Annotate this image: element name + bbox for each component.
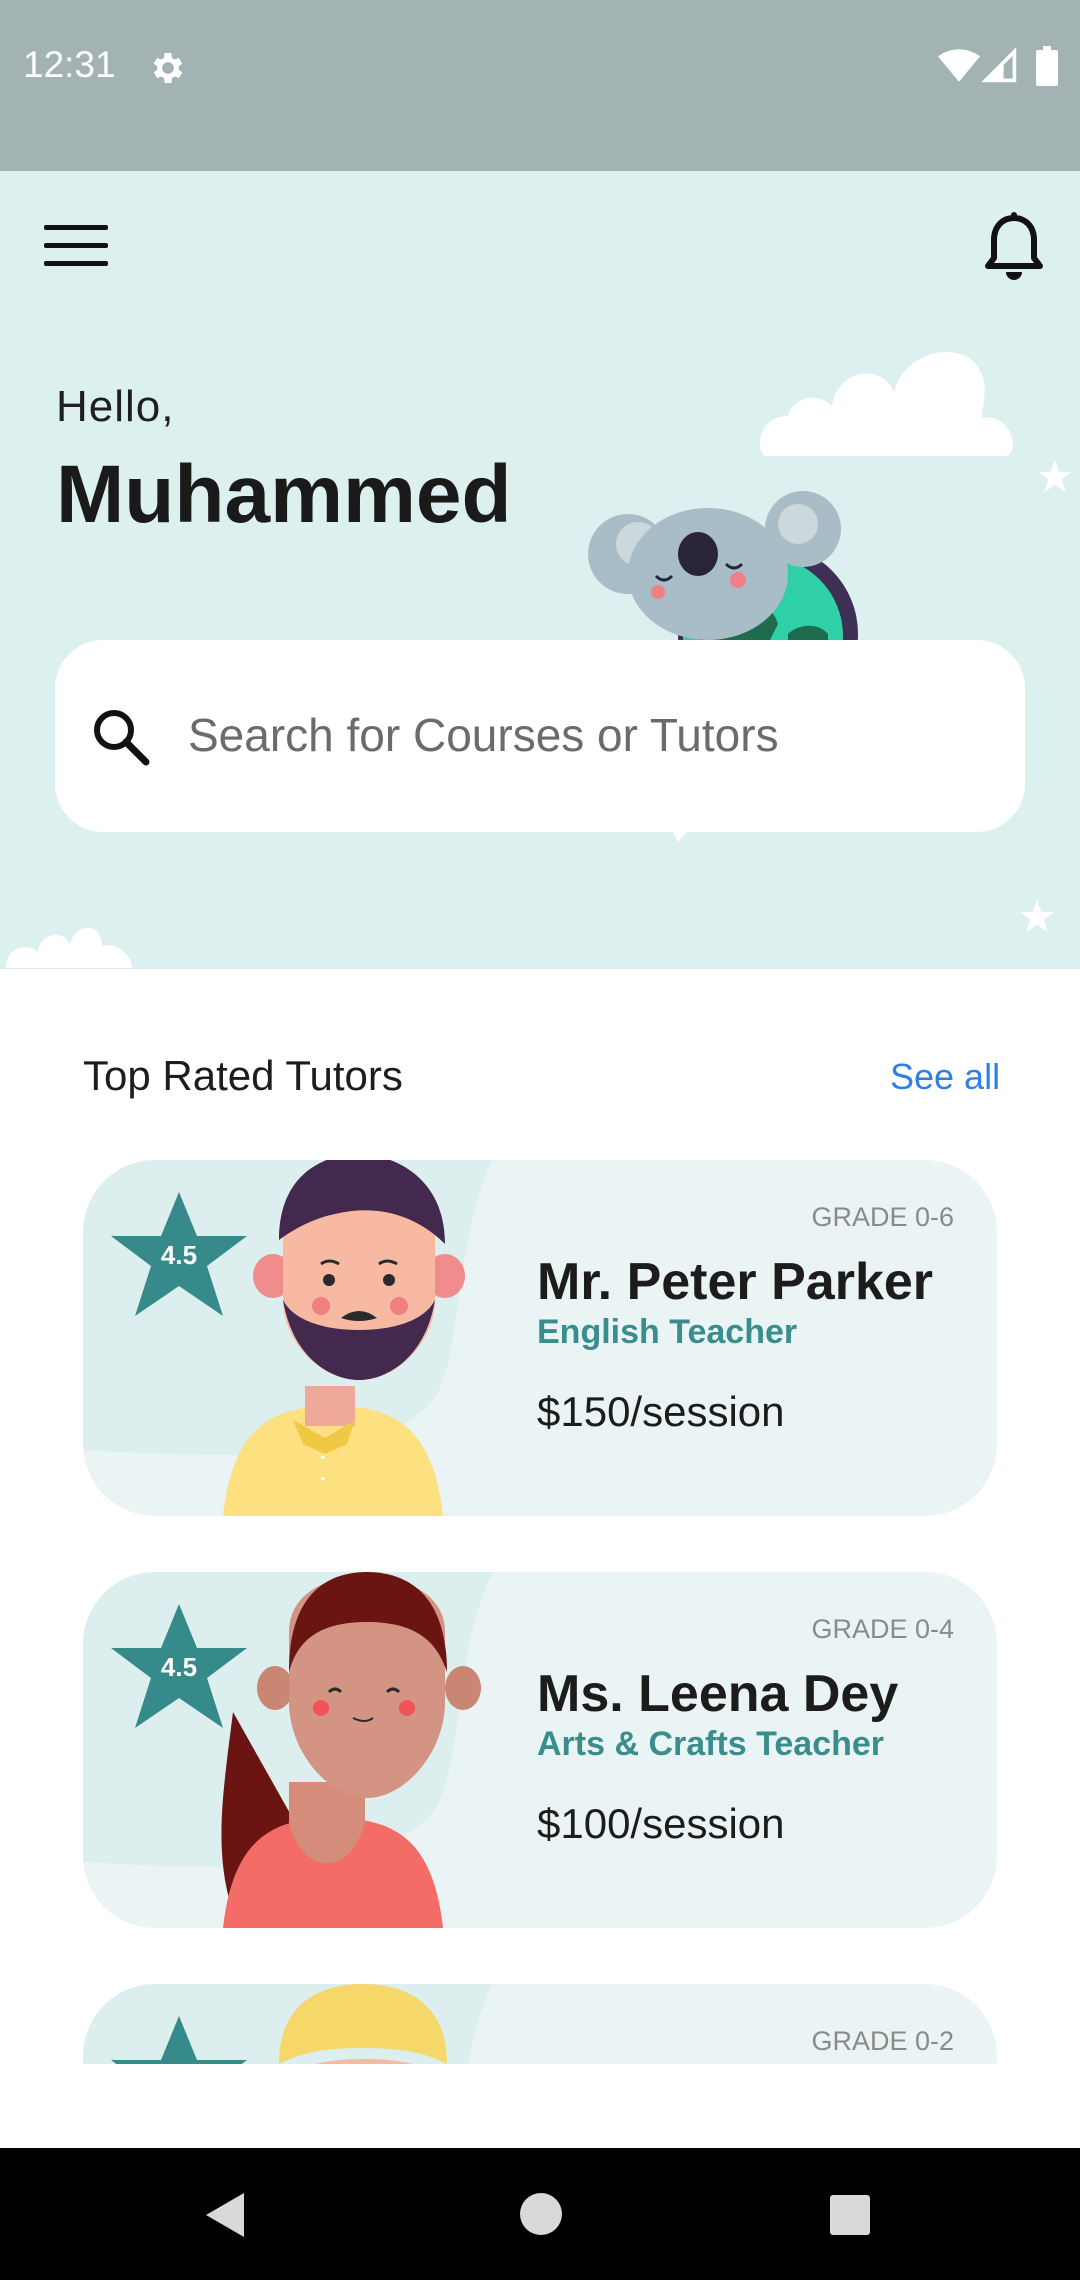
menu-button[interactable] [44, 225, 108, 271]
hero-banner [0, 171, 1080, 969]
cloud-illustration [759, 352, 1013, 456]
tutor-card-partial[interactable]: GRADE 0-2 [83, 1984, 997, 2064]
battery-icon [1036, 46, 1058, 86]
grade-range: GRADE 0-2 [811, 2026, 954, 2056]
rating-star-icon [111, 2016, 247, 2064]
grade-range: GRADE 0-6 [811, 1202, 954, 1232]
tutor-card[interactable]: 4.5 GRADE 0-6 Mr. Peter Parker English T… [83, 1160, 997, 1516]
wifi-icon [938, 49, 980, 82]
home-button[interactable] [520, 2193, 562, 2235]
tutor-subject: Arts & Crafts Teacher [537, 1725, 885, 1763]
settings-gear-icon [153, 53, 183, 83]
menu-line [44, 261, 108, 266]
section-title: Top Rated Tutors [83, 1052, 403, 1099]
cloud-illustration [6, 927, 132, 968]
status-time: 12:31 [23, 44, 116, 85]
rating-value: 4.5 [160, 1652, 198, 1682]
search-input[interactable] [188, 700, 988, 770]
back-icon[interactable] [204, 2191, 248, 2239]
cell-signal-icon [982, 48, 1017, 83]
tutor-price: $150/session [537, 1388, 785, 1435]
menu-line [44, 225, 108, 230]
notification-bell-icon[interactable] [982, 210, 1046, 286]
greeting-text: Hello, [56, 382, 175, 431]
tutor-subject: English Teacher [537, 1313, 798, 1351]
star-decoration [1020, 900, 1054, 933]
koala-globe-illustration [588, 491, 858, 640]
menu-line [44, 243, 108, 248]
tutor-price: $100/session [537, 1800, 785, 1847]
grade-range: GRADE 0-4 [811, 1614, 954, 1644]
tutor-card[interactable]: GRADE 0-2 [83, 1984, 997, 2064]
see-all-link[interactable]: See all [890, 1056, 1000, 1098]
search-bubble-tail [670, 826, 692, 842]
recent-apps-button[interactable] [830, 2195, 870, 2235]
tutor-name: Mr. Peter Parker [537, 1253, 934, 1311]
tutor-card[interactable]: 4.5 GRADE 0-4 Ms. Leena Dey Arts & Craft… [83, 1572, 997, 1928]
rating-value: 4.5 [160, 1240, 198, 1270]
search-icon[interactable] [88, 704, 152, 768]
tutor-name: Ms. Leena Dey [537, 1665, 899, 1723]
star-decoration [1038, 460, 1072, 493]
user-name-heading: Muhammed [56, 449, 512, 540]
